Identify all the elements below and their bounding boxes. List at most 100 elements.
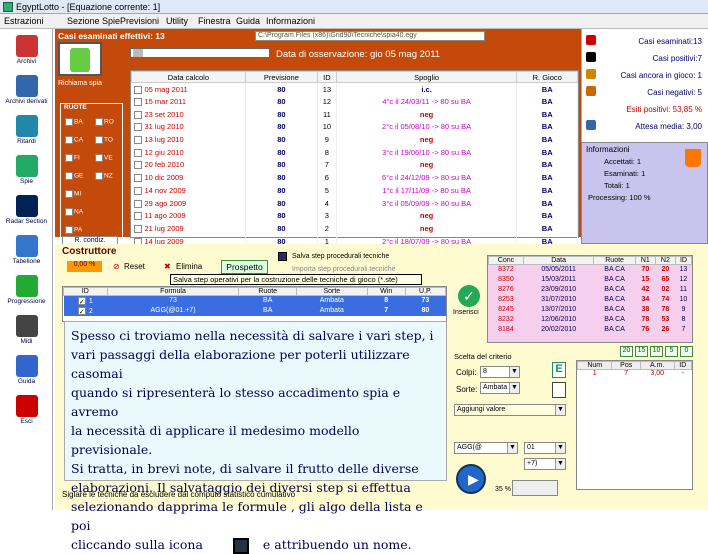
grid-button[interactable] <box>552 382 566 398</box>
checkbox[interactable] <box>65 118 73 126</box>
checkbox[interactable] <box>65 172 73 180</box>
row-checkbox[interactable] <box>133 85 142 94</box>
ruote-checkbox-ro[interactable]: RO <box>95 118 114 126</box>
sidebar-item-archivi-derivati[interactable]: Archivi derivati <box>0 75 53 105</box>
row-checkbox[interactable] <box>133 110 142 119</box>
checkbox[interactable] <box>65 208 73 216</box>
col-header[interactable]: Sorte <box>296 287 368 296</box>
col-header[interactable]: Conc <box>488 256 524 265</box>
table-row[interactable]: 21 lug 2009 80 2 neg BA <box>131 222 578 235</box>
spy-button[interactable] <box>58 42 102 76</box>
col-header[interactable]: ID <box>317 71 337 83</box>
ruote-checkbox-ve[interactable]: VE <box>95 154 113 162</box>
col-header[interactable]: Data <box>522 256 595 265</box>
row-checkbox[interactable] <box>133 98 142 107</box>
col-header[interactable]: Previsione <box>244 71 319 83</box>
sidebar-item-progressione[interactable]: Progressione <box>0 275 53 305</box>
save-steps-link[interactable]: Salva step procedurali tecniche <box>292 253 389 260</box>
slider[interactable] <box>512 480 558 496</box>
conc-row[interactable]: 8184 20/02/2010 BA CA 76 26 7 <box>489 325 692 335</box>
row-checkbox[interactable] <box>133 123 142 132</box>
sorte-select[interactable]: Ambata ▼ <box>480 382 520 394</box>
checkmark-icon[interactable]: ✓ <box>458 285 480 307</box>
col-header[interactable]: N2 <box>654 256 676 265</box>
sidebar-item-spie[interactable]: Spie <box>0 155 53 185</box>
step-row[interactable]: ✓ 1 73 BA Ambata 8 73 <box>63 295 446 306</box>
table-row[interactable]: 31 lug 2010 80 10 2°c il 05/08/10 -> 80 su … <box>131 120 578 134</box>
conc-row[interactable]: 8372 05/05/2011 BA CA 70 20 13 <box>489 265 692 275</box>
col-header[interactable]: Pos <box>611 361 641 370</box>
sidebar-item-ritardi[interactable]: Ritardi <box>0 115 53 145</box>
col-header[interactable]: Win <box>366 287 406 296</box>
table-row[interactable]: 05 mag 2011 80 13 i.c. BA <box>131 82 578 96</box>
row-checkbox[interactable]: ✓ <box>77 306 86 316</box>
col-header[interactable]: N1 <box>634 256 656 265</box>
col-header[interactable]: ID <box>674 256 693 265</box>
table-row[interactable]: 29 ago 2009 80 4 3°c il 05/09/09 -> 80 su B… <box>131 196 578 210</box>
conc-row[interactable]: 8232 12/06/2010 BA CA 78 53 8 <box>489 315 692 325</box>
menu-informazioni[interactable]: Informazioni <box>266 16 315 26</box>
table-row[interactable]: 14 nov 2009 80 5 1°c il 17/11/09 -> 80 su B… <box>131 184 578 197</box>
col-header[interactable]: Data calcolo <box>131 71 246 83</box>
row-checkbox[interactable] <box>133 136 142 145</box>
table-row[interactable]: 13 lug 2010 80 9 neg BA <box>131 133 578 146</box>
ruote-checkbox-nz[interactable]: NZ <box>95 172 113 180</box>
conc-row[interactable]: 8276 23/09/2010 BA CA 42 02 11 <box>489 285 692 295</box>
menu-utility[interactable]: Utility <box>166 16 188 26</box>
ruote-checkbox-ba[interactable]: BA <box>65 118 83 126</box>
menu-finestra[interactable]: Finestra <box>198 16 231 26</box>
ruote-checkbox-na[interactable]: NA <box>65 208 83 216</box>
scrollbar[interactable] <box>130 48 270 58</box>
save-disk-icon[interactable] <box>278 252 287 261</box>
row-checkbox[interactable] <box>133 186 142 195</box>
e-button[interactable]: E <box>552 362 566 378</box>
plus7-select[interactable]: +7) ▼ <box>524 458 566 470</box>
col-header[interactable]: ID <box>63 287 108 296</box>
sidebar-item-tabellone[interactable]: Tabellone <box>0 235 53 265</box>
row-checkbox[interactable]: ✓ <box>77 296 86 306</box>
checkbox[interactable] <box>95 136 103 144</box>
row-checkbox[interactable] <box>133 161 142 170</box>
menu-previsioni[interactable]: Previsioni <box>120 16 159 26</box>
sidebar-item-archivi[interactable]: Archivi <box>0 35 53 65</box>
conc-row[interactable]: 8245 13/07/2010 BA CA 38 78 9 <box>489 305 692 315</box>
menu-guida[interactable]: Guida <box>236 16 260 26</box>
table-row[interactable]: 23 set 2010 80 11 neg BA <box>131 107 578 121</box>
sidebar-item-esci[interactable]: Esci <box>0 395 53 425</box>
ruote-checkbox-mi[interactable]: MI <box>65 190 81 198</box>
checkbox[interactable] <box>95 118 103 126</box>
ruote-checkbox-ge[interactable]: GE <box>65 172 83 180</box>
conc-row[interactable]: 8350 15/03/2011 BA CA 15 65 12 <box>489 275 692 285</box>
reset-icon[interactable]: ⊘ <box>113 262 120 271</box>
col-header[interactable]: Spoglio <box>335 71 518 83</box>
step-row[interactable]: ✓ 2 AGG(@01.+7) BA Ambata 7 80 <box>63 305 446 316</box>
menu-sezione-spie[interactable]: Sezione Spie <box>67 16 120 26</box>
import-steps-link[interactable]: Importa step procedurali tecniche <box>292 266 396 273</box>
aggiungi-select[interactable]: Aggiungi valore ▼ <box>454 404 566 416</box>
ruote-checkbox-fi[interactable]: FI <box>65 154 80 162</box>
colpi-select[interactable]: 8 ▼ <box>480 366 520 378</box>
reset-button[interactable]: Reset <box>124 262 145 271</box>
ruote-checkbox-pa[interactable]: PA <box>65 226 82 234</box>
checkbox[interactable] <box>65 136 73 144</box>
ruote-checkbox-to[interactable]: TO <box>95 136 113 144</box>
checkbox[interactable] <box>65 190 73 198</box>
table-row[interactable]: 20 feb 2010 80 7 neg BA <box>131 158 578 172</box>
table-row[interactable]: 11 ago 2009 80 3 neg BA <box>131 209 578 223</box>
row-checkbox[interactable] <box>133 148 142 157</box>
sidebar-item-radar-section[interactable]: Radar Section <box>0 195 53 225</box>
table-row[interactable]: 12 giu 2010 80 8 3°c il 19/06/10 -> 80 su B… <box>131 145 578 159</box>
row-checkbox[interactable] <box>133 212 142 221</box>
insert-button[interactable]: Inserisci <box>453 309 479 316</box>
agg-select[interactable]: AGG(@ ▼ <box>454 442 518 454</box>
checkbox[interactable] <box>95 172 103 180</box>
row-checkbox[interactable] <box>133 199 142 208</box>
ruote-checkbox-ca[interactable]: CA <box>65 136 83 144</box>
col-header[interactable]: Ruote <box>238 287 298 296</box>
play-button[interactable]: ▶ <box>456 464 486 494</box>
v01-select[interactable]: 01 ▼ <box>524 442 566 454</box>
table-row[interactable]: 15 mar 2011 80 12 4°c il 24/03/11 -> 80 su … <box>131 95 578 108</box>
col-header[interactable]: R. Gioco <box>516 71 578 83</box>
checkbox[interactable] <box>65 154 73 162</box>
scroll-thumb[interactable] <box>133 49 143 57</box>
